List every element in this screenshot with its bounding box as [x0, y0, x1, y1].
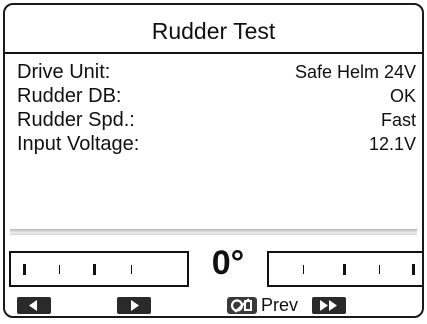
- rudder-speed-value: Fast: [380, 110, 416, 130]
- info-row-drive-unit: Drive Unit: Safe Helm 24V: [17, 61, 416, 85]
- softkey-fast-forward-button[interactable]: [312, 297, 346, 314]
- rudder-scale-starboard: [267, 251, 422, 287]
- display-screen: Rudder Test Drive Unit: Safe Helm 24V Ru…: [3, 3, 424, 318]
- info-row-rudder-speed: Rudder Spd.: Fast: [17, 109, 416, 133]
- scale-tick: [93, 264, 96, 275]
- scale-tick: [343, 264, 346, 275]
- input-voltage-value: 12.1V: [368, 134, 416, 154]
- drive-unit-value: Safe Helm 24V: [294, 62, 416, 82]
- drive-unit-label: Drive Unit:: [17, 61, 111, 83]
- scale-tick: [131, 265, 132, 274]
- on-off-icon: [227, 297, 257, 314]
- info-row-input-voltage: Input Voltage: 12.1V: [17, 133, 416, 157]
- scale-tick: [303, 265, 304, 274]
- scale-tick: [23, 264, 26, 275]
- input-voltage-label: Input Voltage:: [17, 133, 140, 155]
- rudder-db-value: OK: [389, 86, 416, 106]
- info-row-rudder-db: Rudder DB: OK: [17, 85, 416, 109]
- scale-tick: [379, 265, 380, 274]
- rudder-db-label: Rudder DB:: [17, 85, 122, 107]
- prev-label: Prev: [261, 295, 299, 315]
- page-title: Rudder Test: [151, 18, 276, 44]
- rudder-angle-readout: 0°: [211, 244, 245, 282]
- section-divider: [10, 229, 417, 235]
- rudder-scale-port: [9, 251, 189, 287]
- header-divider: [5, 52, 422, 54]
- scale-tick: [59, 265, 60, 274]
- fast-forward-icon: [320, 300, 337, 311]
- softkey-left-button[interactable]: [17, 297, 51, 314]
- arrow-left-icon: [29, 300, 37, 311]
- rudder-speed-label: Rudder Spd.:: [17, 109, 135, 131]
- scale-tick: [412, 264, 415, 275]
- softkey-right-button[interactable]: [117, 297, 151, 314]
- arrow-right-icon: [131, 300, 139, 311]
- softkey-bar: Prev: [5, 295, 422, 316]
